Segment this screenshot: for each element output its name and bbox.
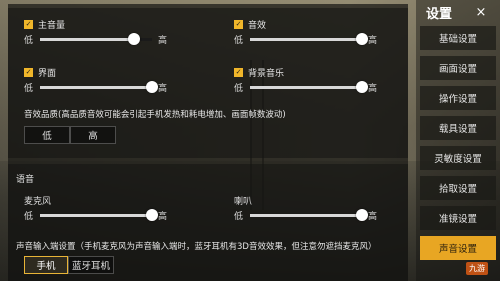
mic-label: 麦克风 — [24, 197, 52, 207]
mic-volume-low-label: 低 — [24, 211, 34, 222]
master-volume-label: 主音量 — [38, 21, 66, 31]
sound-quality-label: 音效品质(高品质音效可能会引起手机发热和耗电增加、画面帧数波动) — [24, 110, 286, 120]
bgm-volume-label: 背景音乐 — [248, 69, 285, 79]
bgm-volume-high-label: 高 — [368, 83, 378, 94]
sfx-volume-slider[interactable] — [250, 33, 368, 45]
mic-volume-slider[interactable] — [40, 209, 158, 221]
master-volume-toggle[interactable]: ✓ 主音量 — [24, 18, 65, 31]
check-icon: ✓ — [234, 20, 243, 29]
ui-volume-slider-row: 低 高 — [24, 80, 167, 94]
sound-quality-selector: 低 高 — [24, 126, 116, 144]
slider-thumb[interactable] — [146, 209, 158, 221]
check-icon: ✓ — [234, 68, 243, 77]
audio-section: ✓ 主音量 低 高 ✓ 音效 低 高 ✓ 界面 低 高 ✓ 背景音乐 低 高 音… — [8, 8, 408, 158]
watermark-logo: 九游 — [466, 262, 488, 275]
speaker-volume-high-label: 高 — [368, 211, 378, 222]
speaker-volume-low-label: 低 — [234, 211, 244, 222]
voice-input-label: 声音输入端设置（手机麦克风为声音输入端时，蓝牙耳机有3D音效效果，但注意勿遮挡麦… — [16, 242, 377, 252]
speaker-volume-slider[interactable] — [250, 209, 368, 221]
sfx-volume-low-label: 低 — [234, 35, 244, 46]
sfx-volume-toggle[interactable]: ✓ 音效 — [234, 18, 266, 31]
input-option-phone[interactable]: 手机 — [24, 256, 68, 274]
master-volume-low-label: 低 — [24, 35, 34, 46]
nav-item-scope[interactable]: 准镜设置 — [420, 206, 496, 230]
voice-section-title: 语音 — [16, 175, 35, 185]
slider-thumb[interactable] — [356, 33, 368, 45]
nav-item-pickup[interactable]: 拾取设置 — [420, 176, 496, 200]
quality-option-low[interactable]: 低 — [24, 126, 70, 144]
mic-volume-high-label: 高 — [158, 211, 168, 222]
speaker-volume-slider-row: 低 高 — [234, 208, 377, 222]
settings-title: 设置 — [426, 7, 453, 22]
bgm-volume-slider[interactable] — [250, 81, 368, 93]
sfx-volume-high-label: 高 — [368, 35, 378, 46]
speaker-label: 喇叭 — [234, 197, 253, 207]
ui-volume-toggle[interactable]: ✓ 界面 — [24, 66, 56, 79]
check-icon: ✓ — [24, 20, 33, 29]
input-option-bluetooth[interactable]: 蓝牙耳机 — [68, 256, 114, 274]
nav-item-graphics[interactable]: 画面设置 — [420, 56, 496, 80]
nav-item-controls[interactable]: 操作设置 — [420, 86, 496, 110]
quality-option-high[interactable]: 高 — [70, 126, 116, 144]
bgm-volume-slider-row: 低 高 — [234, 80, 377, 94]
master-volume-slider[interactable] — [40, 33, 152, 45]
nav-item-vehicle[interactable]: 载具设置 — [420, 116, 496, 140]
nav-item-sensitivity[interactable]: 灵敏度设置 — [420, 146, 496, 170]
ui-volume-low-label: 低 — [24, 83, 34, 94]
voice-input-selector: 手机 蓝牙耳机 — [24, 256, 114, 274]
ui-volume-slider[interactable] — [40, 81, 158, 93]
check-icon: ✓ — [24, 68, 33, 77]
slider-thumb[interactable] — [356, 209, 368, 221]
bgm-volume-low-label: 低 — [234, 83, 244, 94]
master-volume-high-label: 高 — [158, 35, 168, 46]
bgm-volume-toggle[interactable]: ✓ 背景音乐 — [234, 66, 284, 79]
ui-volume-label: 界面 — [38, 69, 57, 79]
sfx-volume-slider-row: 低 高 — [234, 32, 377, 46]
close-icon[interactable]: × — [472, 3, 490, 21]
sfx-volume-label: 音效 — [248, 21, 267, 31]
mic-volume-slider-row: 低 高 — [24, 208, 167, 222]
nav-item-sound[interactable]: 声音设置 — [420, 236, 496, 260]
nav-item-basic[interactable]: 基础设置 — [420, 26, 496, 50]
slider-thumb[interactable] — [356, 81, 368, 93]
slider-thumb[interactable] — [128, 33, 141, 45]
slider-thumb[interactable] — [146, 81, 158, 93]
ui-volume-high-label: 高 — [158, 83, 168, 94]
master-volume-slider-row: 低 高 — [24, 32, 167, 46]
